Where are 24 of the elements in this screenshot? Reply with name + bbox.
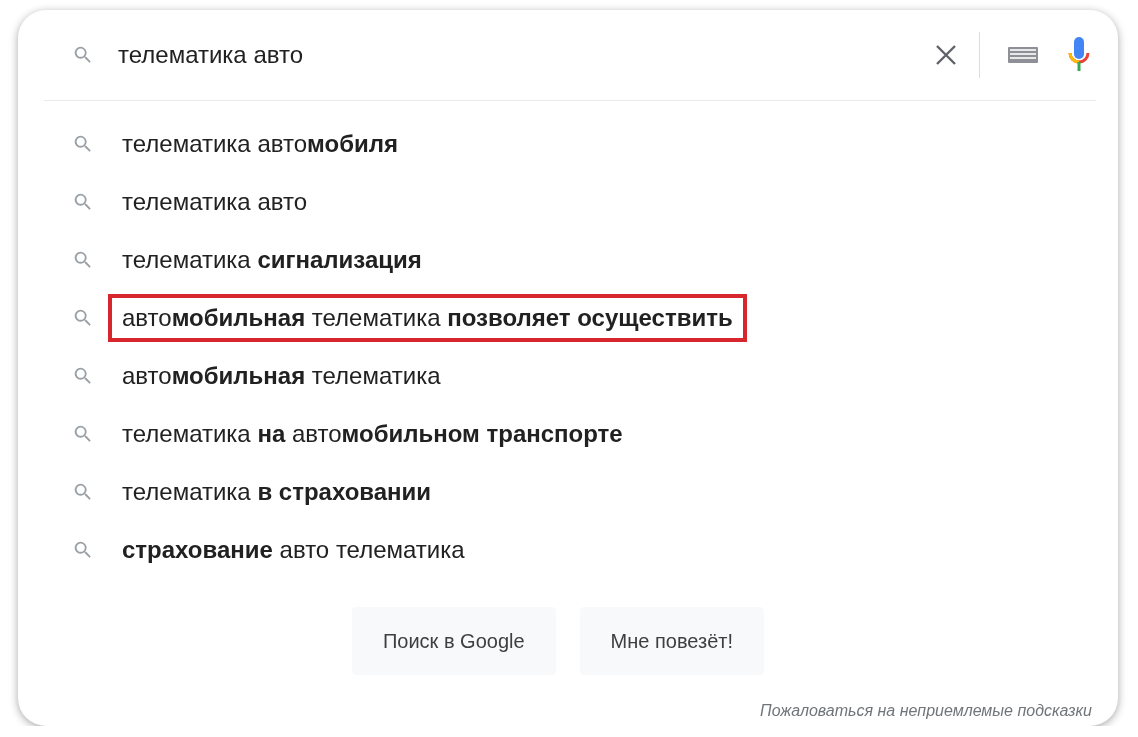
highlighted-suggestion[interactable]: автомобильная телематика позволяет осуществить bbox=[108, 294, 747, 342]
keyboard-icon[interactable] bbox=[1008, 47, 1038, 63]
search-icon bbox=[72, 365, 94, 387]
suggestion-item[interactable]: страхование авто телематика bbox=[108, 526, 479, 574]
suggestion-item[interactable]: телематика авто bbox=[108, 178, 322, 226]
suggestion-item[interactable]: телематика в страховании bbox=[108, 468, 446, 516]
suggestion-item[interactable]: телематика автомобиля bbox=[108, 120, 412, 168]
search-icon bbox=[72, 191, 94, 213]
search-icon bbox=[72, 44, 94, 66]
report-link[interactable]: Пожаловаться на неприемлемые подсказки bbox=[760, 702, 1092, 720]
suggestion-item[interactable]: телематика на автомобильном транспорте bbox=[108, 410, 637, 458]
suggestion-item[interactable]: автомобильная телематика bbox=[108, 352, 455, 400]
suggestion-item[interactable]: телематика сигнализация bbox=[108, 236, 436, 284]
search-icon bbox=[72, 249, 94, 271]
microphone-icon[interactable] bbox=[1068, 37, 1090, 73]
search-button[interactable]: Поиск в Google bbox=[351, 607, 556, 675]
search-icon bbox=[72, 423, 94, 445]
search-field[interactable]: телематика авто bbox=[118, 41, 935, 69]
search-icon bbox=[72, 133, 94, 155]
search-icon bbox=[72, 481, 94, 503]
search-icon bbox=[72, 307, 94, 329]
lucky-button[interactable]: Мне повезёт! bbox=[579, 607, 765, 675]
search-icon bbox=[72, 539, 94, 561]
close-icon[interactable] bbox=[935, 44, 957, 66]
